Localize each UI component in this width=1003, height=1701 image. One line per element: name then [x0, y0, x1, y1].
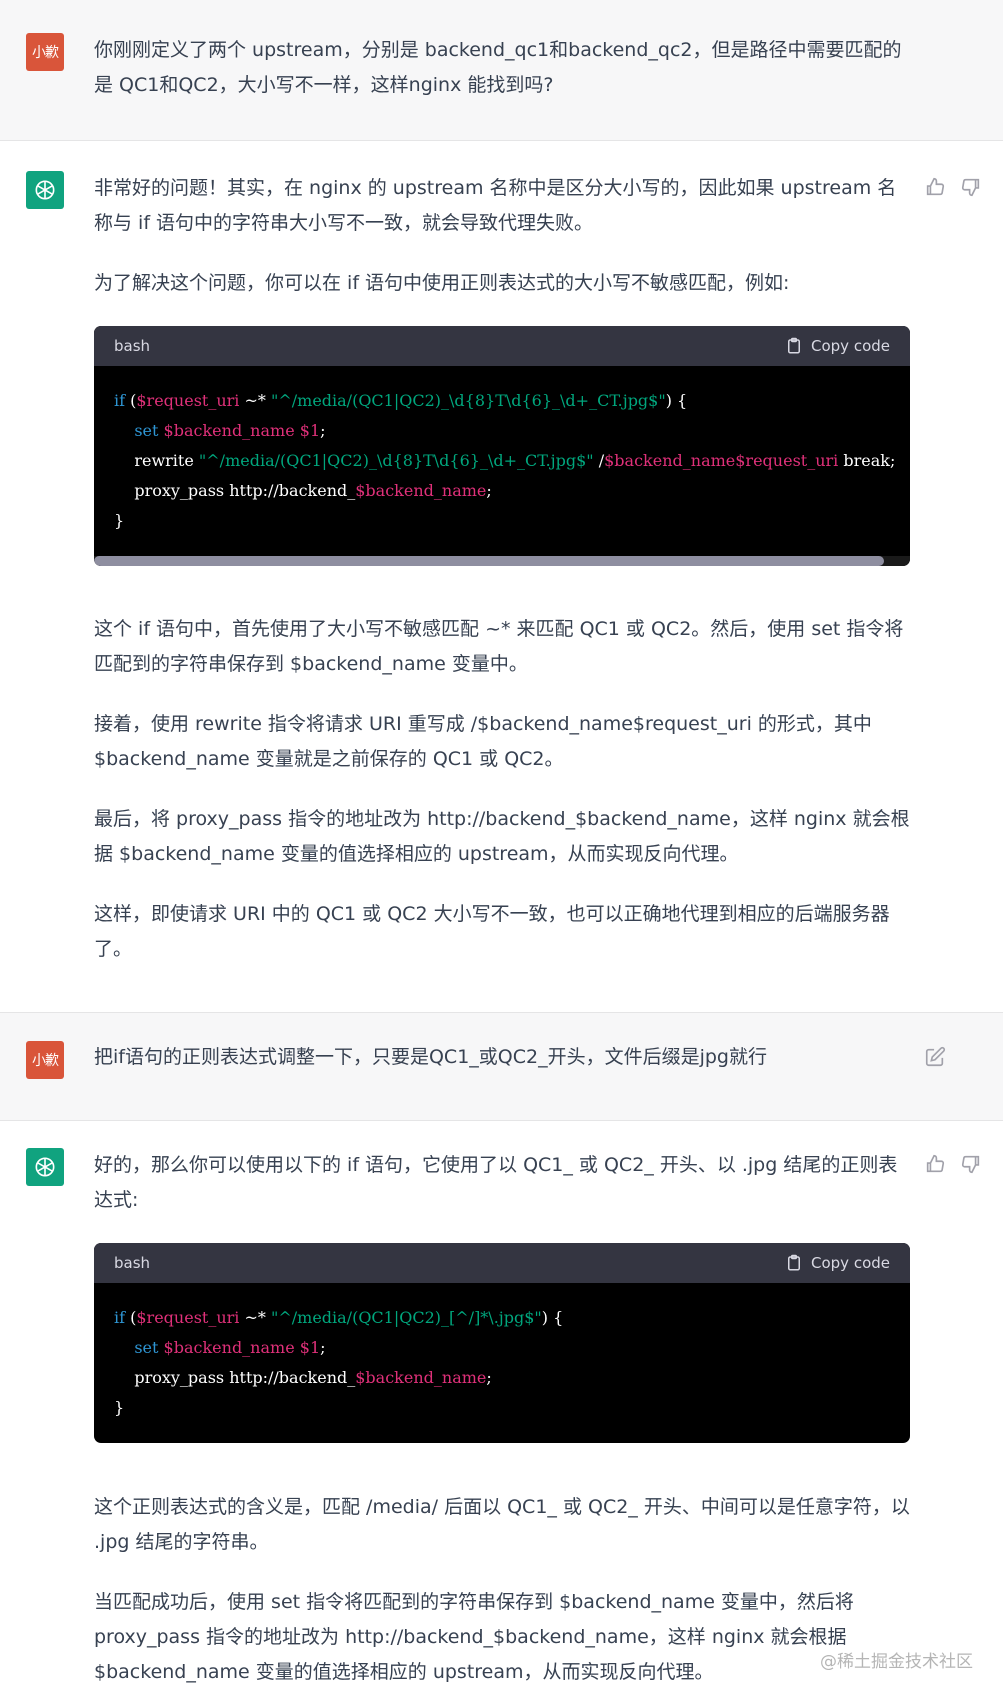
- watermark: @稀土掘金技术社区: [820, 1652, 973, 1672]
- message-divider: [0, 140, 1003, 141]
- chatgpt-logo-icon: [35, 1157, 55, 1177]
- code-line: set $backend_name $1;: [134, 1338, 326, 1357]
- code-line: if ($request_uri ~* "^/media/(QC1|QC2)_\…: [114, 391, 688, 410]
- thumbs-up-icon: [926, 177, 945, 196]
- chatgpt-avatar: [26, 1148, 64, 1186]
- user-avatar: 小歉: [26, 1041, 64, 1079]
- thumbs-up-icon: [926, 1154, 945, 1173]
- code-header: bash Copy code: [94, 1243, 910, 1283]
- code-line: set $backend_name $1;: [134, 421, 326, 440]
- user-message-text: 把if语句的正则表达式调整一下，只要是QC1_或QC2_开头，文件后缀是jpg就…: [94, 1046, 767, 1068]
- code-language-label: bash: [114, 337, 151, 355]
- code-line: rewrite "^/media/(QC1|QC2)_\d{8}T\d{6}_\…: [114, 451, 896, 470]
- code-block: bash Copy code if ($request_uri ~* "^/me…: [94, 326, 910, 566]
- code-line: proxy_pass http://backend_$backend_name;: [114, 481, 492, 500]
- thumbs-down-button[interactable]: [960, 1153, 982, 1175]
- edit-message-button[interactable]: [924, 1046, 946, 1068]
- thumbs-down-button[interactable]: [960, 176, 982, 198]
- copy-code-button[interactable]: Copy code: [785, 1254, 890, 1272]
- assistant-paragraph: 非常好的问题！其实，在 nginx 的 upstream 名称中是区分大小写的，…: [94, 177, 897, 234]
- user-avatar: 小歉: [26, 33, 64, 71]
- assistant-paragraph: 最后，将 proxy_pass 指令的地址改为 http://backend_$…: [94, 808, 910, 865]
- copy-code-button[interactable]: Copy code: [785, 337, 890, 355]
- assistant-paragraph: 为了解决这个问题，你可以在 if 语句中使用正则表达式的大小写不敏感匹配，例如:: [94, 272, 790, 294]
- copy-code-label: Copy code: [811, 1254, 890, 1272]
- thumbs-up-button[interactable]: [924, 1153, 946, 1175]
- code-header: bash Copy code: [94, 326, 910, 366]
- edit-icon: [925, 1046, 946, 1067]
- chatgpt-avatar: [26, 171, 64, 209]
- copy-code-label: Copy code: [811, 337, 890, 355]
- code-content: if ($request_uri ~* "^/media/(QC1|QC2)_[…: [94, 1283, 910, 1423]
- code-line: if ($request_uri ~* "^/media/(QC1|QC2)_[…: [114, 1308, 564, 1327]
- assistant-paragraph: 这个正则表达式的含义是，匹配 /media/ 后面以 QC1_ 或 QC2_ 开…: [94, 1496, 910, 1553]
- user-message-text: 你刚刚定义了两个 upstream，分别是 backend_qc1和backen…: [94, 39, 902, 96]
- thumbs-up-button[interactable]: [924, 176, 946, 198]
- assistant-paragraph: 这个 if 语句中，首先使用了大小写不敏感匹配 ~* 来匹配 QC1 或 QC2…: [94, 618, 904, 675]
- assistant-paragraph: 这样，即使请求 URI 中的 QC1 或 QC2 大小写不一致，也可以正确地代理…: [94, 903, 890, 960]
- scrollbar-thumb[interactable]: [94, 556, 884, 566]
- chatgpt-logo-icon: [35, 180, 55, 200]
- horizontal-scrollbar[interactable]: [94, 556, 910, 566]
- thumbs-down-icon: [961, 1155, 980, 1174]
- clipboard-icon: [788, 1254, 800, 1271]
- assistant-paragraph: 当匹配成功后，使用 set 指令将匹配到的字符串保存到 $backend_nam…: [94, 1591, 854, 1683]
- code-line: }: [114, 1398, 125, 1417]
- code-language-label: bash: [114, 1254, 151, 1272]
- clipboard-icon: [788, 337, 800, 354]
- assistant-paragraph: 好的，那么你可以使用以下的 if 语句，它使用了以 QC1_ 或 QC2_ 开头…: [94, 1154, 898, 1211]
- assistant-paragraph: 接着，使用 rewrite 指令将请求 URI 重写成 /$backend_na…: [94, 713, 872, 770]
- message-divider: [0, 1120, 1003, 1121]
- code-content: if ($request_uri ~* "^/media/(QC1|QC2)_\…: [94, 366, 910, 536]
- thumbs-down-icon: [961, 178, 980, 197]
- code-line: proxy_pass http://backend_$backend_name;: [114, 1368, 492, 1387]
- code-line: }: [114, 511, 125, 530]
- code-block: bash Copy code if ($request_uri ~* "^/me…: [94, 1243, 910, 1443]
